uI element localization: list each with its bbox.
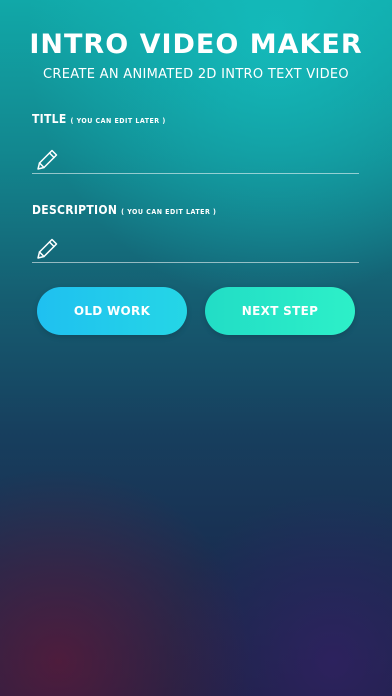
next-step-button[interactable]: NEXT STEP xyxy=(205,287,355,335)
old-work-button[interactable]: OLD WORK xyxy=(37,287,187,335)
title-label: TITLE( YOU CAN EDIT LATER ) xyxy=(32,112,166,126)
title-label-hint: ( YOU CAN EDIT LATER ) xyxy=(70,117,166,125)
title-field[interactable] xyxy=(32,141,359,174)
description-label: DESCRIPTION( YOU CAN EDIT LATER ) xyxy=(32,203,216,217)
description-label-text: DESCRIPTION xyxy=(32,203,118,217)
pencil-icon xyxy=(37,149,58,170)
next-step-button-label: NEXT STEP xyxy=(241,304,319,318)
title-input[interactable] xyxy=(66,141,359,173)
description-input[interactable] xyxy=(66,230,359,262)
header: INTRO VIDEO MAKER CREATE AN ANIMATED 2D … xyxy=(0,28,392,83)
old-work-button-label: OLD WORK xyxy=(73,304,151,318)
app-title: INTRO VIDEO MAKER xyxy=(29,29,363,60)
pencil-icon xyxy=(37,238,58,259)
description-label-hint: ( YOU CAN EDIT LATER ) xyxy=(121,208,217,216)
app-subtitle: CREATE AN ANIMATED 2D INTRO TEXT VIDEO xyxy=(43,67,349,82)
title-label-text: TITLE xyxy=(32,112,67,126)
description-field[interactable] xyxy=(32,230,359,263)
